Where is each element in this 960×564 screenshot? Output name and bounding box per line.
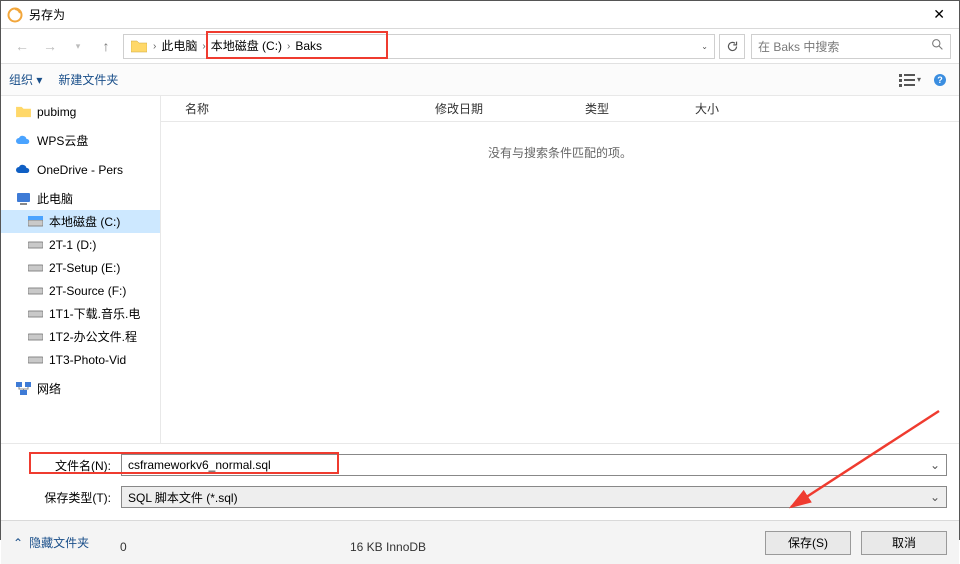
column-size[interactable]: 大小 bbox=[695, 100, 785, 117]
close-icon[interactable]: ✕ bbox=[925, 2, 953, 27]
tree-item-drive-e[interactable]: 2T-Setup (E:) bbox=[1, 256, 160, 279]
tree-item-drive-c[interactable]: 本地磁盘 (C:) bbox=[1, 210, 160, 233]
hide-folders-toggle[interactable]: ⌃ 隐藏文件夹 bbox=[13, 534, 89, 551]
organize-menu[interactable]: 组织 ▾ bbox=[9, 71, 42, 88]
address-dropdown[interactable]: ⌄ bbox=[697, 42, 712, 51]
tree-item-drive-f[interactable]: 2T-Source (F:) bbox=[1, 279, 160, 302]
cancel-button[interactable]: 取消 bbox=[861, 531, 947, 555]
back-button[interactable]: ← bbox=[9, 33, 35, 59]
breadcrumb[interactable]: › 此电脑 › 本地磁盘 (C:) › Baks ⌄ bbox=[123, 34, 715, 59]
up-button[interactable]: ↑ bbox=[93, 33, 119, 59]
search-icon bbox=[931, 38, 944, 54]
drive-icon bbox=[27, 260, 43, 276]
breadcrumb-folder[interactable]: Baks bbox=[291, 35, 326, 58]
tree-item-pubimg[interactable]: pubimg bbox=[1, 100, 160, 123]
tree-item-onedrive[interactable]: OneDrive - Pers bbox=[1, 158, 160, 181]
tree-item-drive-h[interactable]: 1T2-办公文件.程 bbox=[1, 325, 160, 348]
empty-state: 没有与搜索条件匹配的项。 bbox=[161, 122, 959, 161]
network-icon bbox=[15, 381, 31, 397]
view-button[interactable]: ▾ bbox=[899, 69, 921, 91]
window-title: 另存为 bbox=[29, 6, 65, 23]
under-right: 16 KB InnoDB bbox=[350, 540, 426, 554]
tree-item-drive-i[interactable]: 1T3-Photo-Vid bbox=[1, 348, 160, 371]
drive-icon bbox=[27, 283, 43, 299]
tree-item-drive-d[interactable]: 2T-1 (D:) bbox=[1, 233, 160, 256]
cloud-icon bbox=[15, 133, 31, 149]
column-name[interactable]: 名称 bbox=[185, 100, 435, 117]
forward-button[interactable]: → bbox=[37, 33, 63, 59]
folder-tree[interactable]: pubimg WPS云盘 OneDrive - Pers 此电脑 本地磁盘 (C… bbox=[1, 96, 161, 443]
filename-field[interactable]: csframeworkv6_normal.sql bbox=[121, 454, 947, 476]
chevron-up-icon: ⌃ bbox=[13, 536, 23, 550]
refresh-button[interactable] bbox=[719, 34, 745, 59]
under-left: 0 bbox=[120, 540, 127, 554]
tree-item-wps[interactable]: WPS云盘 bbox=[1, 129, 160, 152]
tree-item-network[interactable]: 网络 bbox=[1, 377, 160, 400]
column-headers[interactable]: 名称 修改日期 类型 大小 bbox=[161, 96, 959, 122]
cloud-icon bbox=[15, 162, 31, 178]
breadcrumb-drive[interactable]: 本地磁盘 (C:) bbox=[207, 35, 286, 58]
column-type[interactable]: 类型 bbox=[585, 100, 695, 117]
folder-icon bbox=[15, 104, 31, 120]
column-modified[interactable]: 修改日期 bbox=[435, 100, 585, 117]
filename-label: 文件名(N): bbox=[13, 457, 121, 474]
drive-icon bbox=[27, 352, 43, 368]
svg-text:?: ? bbox=[937, 75, 943, 85]
search-input[interactable]: 在 Baks 中搜索 bbox=[751, 34, 951, 59]
tree-item-drive-g[interactable]: 1T1-下载.音乐.电 bbox=[1, 302, 160, 325]
drive-icon bbox=[27, 237, 43, 253]
filetype-select[interactable]: SQL 脚本文件 (*.sql) bbox=[121, 486, 947, 508]
breadcrumb-pc[interactable]: 此电脑 bbox=[157, 35, 201, 58]
tree-item-pc[interactable]: 此电脑 bbox=[1, 187, 160, 210]
drive-icon bbox=[27, 329, 43, 345]
folder-icon bbox=[130, 37, 148, 55]
pc-icon bbox=[15, 191, 31, 207]
app-icon bbox=[7, 7, 23, 23]
drive-icon bbox=[27, 306, 43, 322]
save-button[interactable]: 保存(S) bbox=[765, 531, 851, 555]
recent-dropdown[interactable]: ▾ bbox=[65, 33, 91, 59]
drive-icon bbox=[27, 214, 43, 230]
new-folder-button[interactable]: 新建文件夹 bbox=[58, 71, 118, 88]
help-button[interactable]: ? bbox=[929, 69, 951, 91]
filetype-label: 保存类型(T): bbox=[13, 489, 121, 506]
search-placeholder: 在 Baks 中搜索 bbox=[758, 38, 931, 55]
